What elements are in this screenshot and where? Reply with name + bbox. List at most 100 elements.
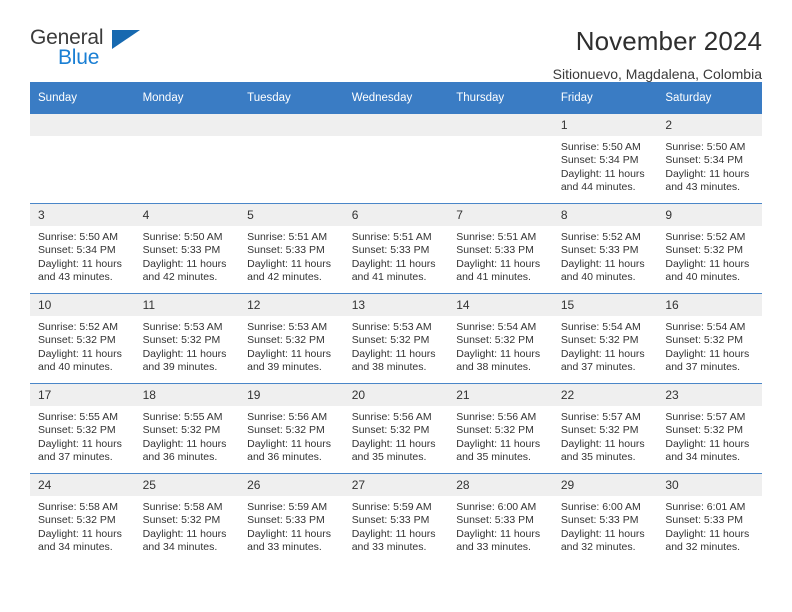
day-number: 7: [448, 204, 553, 226]
calendar-day-cell[interactable]: 17 Sunrise: 5:55 AM Sunset: 5:32 PM Dayligh…: [30, 383, 135, 474]
sunrise-text: Sunrise: 5:55 AM: [38, 411, 118, 423]
calendar-day-cell[interactable]: 28 Sunrise: 6:00 AM Sunset: 5:33 PM Dayligh…: [448, 473, 553, 563]
day-details: Sunrise: 5:50 AM Sunset: 5:34 PM Daylight:…: [657, 136, 762, 195]
sunset-text: Sunset: 5:32 PM: [560, 424, 639, 437]
sunset-text: Sunset: 5:32 PM: [247, 334, 325, 347]
calendar-day-cell[interactable]: 12 Sunrise: 5:53 AM Sunset: 5:32 PM Dayligh…: [239, 293, 344, 384]
day-details: Sunrise: 5:55 AM Sunset: 5:32 PM Daylight:…: [30, 406, 135, 465]
daylight-text-line1: Daylight: 11 hours: [351, 347, 436, 360]
weekday-header-saturday: Saturday: [657, 82, 762, 114]
daylight-text-line2: and 37 minutes.: [665, 361, 741, 374]
sunset-text: Sunset: 5:33 PM: [247, 514, 325, 527]
calendar-day-cell[interactable]: 18 Sunrise: 5:55 AM Sunset: 5:32 PM Dayligh…: [134, 383, 240, 474]
day-number: 13: [343, 294, 449, 316]
calendar-day-cell[interactable]: 30 Sunrise: 6:01 AM Sunset: 5:33 PM Dayligh…: [657, 473, 762, 563]
calendar-cell-inner: 11 Sunrise: 5:53 AM Sunset: 5:32 PM Dayligh…: [134, 294, 240, 383]
calendar-cell-inner: 4 Sunrise: 5:50 AM Sunset: 5:33 PM Daylight…: [134, 204, 240, 293]
sunrise-text: Sunrise: 5:54 AM: [560, 321, 641, 333]
day-number: 3: [30, 204, 135, 226]
calendar-day-cell[interactable]: 23 Sunrise: 5:57 AM Sunset: 5:32 PM Dayligh…: [657, 383, 762, 474]
day-number: 29: [552, 474, 658, 496]
calendar-day-cell[interactable]: 26 Sunrise: 5:59 AM Sunset: 5:33 PM Dayligh…: [239, 473, 344, 563]
weekday-header-wednesday: Wednesday: [343, 82, 449, 114]
daylight-text-line2: and 43 minutes.: [38, 271, 113, 284]
logo[interactable]: General Blue: [30, 26, 150, 72]
day-number: 16: [657, 294, 762, 316]
sunset-text: Sunset: 5:32 PM: [38, 424, 116, 437]
day-number: 4: [134, 204, 240, 226]
day-number: [448, 114, 553, 136]
calendar-cell-inner: 3 Sunrise: 5:50 AM Sunset: 5:34 PM Daylight…: [30, 204, 135, 293]
calendar-day-cell[interactable]: 25 Sunrise: 5:58 AM Sunset: 5:32 PM Dayligh…: [134, 473, 240, 563]
calendar-day-cell[interactable]: 10 Sunrise: 5:52 AM Sunset: 5:32 PM Dayligh…: [30, 293, 135, 384]
day-details: Sunrise: 5:52 AM Sunset: 5:33 PM Daylight:…: [553, 226, 658, 285]
sunset-text: Sunset: 5:33 PM: [665, 514, 744, 527]
calendar-cell-inner: 7 Sunrise: 5:51 AM Sunset: 5:33 PM Daylight…: [448, 204, 553, 293]
page-header: General Blue November 2024 Sitionuevo, M…: [30, 0, 762, 82]
daylight-text-line2: and 36 minutes.: [247, 451, 322, 464]
calendar-day-cell[interactable]: 29 Sunrise: 6:00 AM Sunset: 5:33 PM Dayligh…: [552, 473, 658, 563]
calendar-day-cell[interactable]: 8 Sunrise: 5:52 AM Sunset: 5:33 PM Daylight…: [552, 203, 658, 294]
calendar-cell-inner: 2 Sunrise: 5:50 AM Sunset: 5:34 PM Daylight…: [657, 114, 762, 203]
sunset-text: Sunset: 5:33 PM: [351, 514, 430, 527]
calendar-day-cell[interactable]: 6 Sunrise: 5:51 AM Sunset: 5:33 PM Daylight…: [343, 203, 449, 294]
sunset-text: Sunset: 5:32 PM: [665, 424, 744, 437]
day-details: Sunrise: 5:50 AM Sunset: 5:34 PM Daylight:…: [30, 226, 135, 285]
sunrise-text: Sunrise: 6:01 AM: [665, 501, 746, 513]
calendar-day-cell[interactable]: 27 Sunrise: 5:59 AM Sunset: 5:33 PM Dayligh…: [343, 473, 449, 563]
day-number: 10: [30, 294, 135, 316]
calendar-day-cell[interactable]: 3 Sunrise: 5:50 AM Sunset: 5:34 PM Daylight…: [30, 203, 135, 294]
daylight-text-line2: and 40 minutes.: [38, 361, 113, 374]
daylight-text-line2: and 44 minutes.: [560, 181, 636, 194]
calendar-day-cell[interactable]: 2 Sunrise: 5:50 AM Sunset: 5:34 PM Daylight…: [657, 114, 762, 204]
daylight-text-line2: and 37 minutes.: [560, 361, 636, 374]
day-number: 25: [134, 474, 240, 496]
calendar-cell-inner: 21 Sunrise: 5:56 AM Sunset: 5:32 PM Dayligh…: [448, 384, 553, 473]
day-number: 12: [239, 294, 344, 316]
daylight-text-line1: Daylight: 11 hours: [456, 527, 541, 540]
day-number: 20: [343, 384, 449, 406]
day-details: Sunrise: 5:53 AM Sunset: 5:32 PM Daylight:…: [344, 316, 449, 375]
calendar-day-cell[interactable]: 15 Sunrise: 5:54 AM Sunset: 5:32 PM Dayligh…: [552, 293, 658, 384]
calendar-day-cell[interactable]: 4 Sunrise: 5:50 AM Sunset: 5:33 PM Daylight…: [134, 203, 240, 294]
calendar-day-cell[interactable]: 19 Sunrise: 5:56 AM Sunset: 5:32 PM Dayligh…: [239, 383, 344, 474]
daylight-text-line2: and 36 minutes.: [142, 451, 218, 464]
calendar-day-cell[interactable]: 9 Sunrise: 5:52 AM Sunset: 5:32 PM Daylight…: [657, 203, 762, 294]
daylight-text-line1: Daylight: 11 hours: [665, 437, 750, 450]
calendar-cell-inner: [448, 114, 553, 203]
daylight-text-line1: Daylight: 11 hours: [247, 527, 331, 540]
daylight-text-line1: Daylight: 11 hours: [247, 437, 331, 450]
day-details: Sunrise: 5:57 AM Sunset: 5:32 PM Daylight:…: [553, 406, 658, 465]
calendar-day-cell[interactable]: 14 Sunrise: 5:54 AM Sunset: 5:32 PM Dayligh…: [448, 293, 553, 384]
calendar-day-cell[interactable]: 7 Sunrise: 5:51 AM Sunset: 5:33 PM Daylight…: [448, 203, 553, 294]
day-details: Sunrise: 6:00 AM Sunset: 5:33 PM Daylight:…: [553, 496, 658, 555]
sunrise-text: Sunrise: 5:51 AM: [456, 231, 537, 243]
sunrise-text: Sunrise: 5:52 AM: [560, 231, 641, 243]
sunset-text: Sunset: 5:34 PM: [560, 154, 639, 167]
sunrise-text: Sunrise: 5:56 AM: [247, 411, 328, 423]
calendar-day-cell[interactable]: 13 Sunrise: 5:53 AM Sunset: 5:32 PM Dayligh…: [343, 293, 449, 384]
daylight-text-line2: and 42 minutes.: [247, 271, 322, 284]
calendar-day-cell[interactable]: 24 Sunrise: 5:58 AM Sunset: 5:32 PM Dayligh…: [30, 473, 135, 563]
day-number: 24: [30, 474, 135, 496]
calendar-day-cell[interactable]: 11 Sunrise: 5:53 AM Sunset: 5:32 PM Dayligh…: [134, 293, 240, 384]
calendar-cell-inner: 9 Sunrise: 5:52 AM Sunset: 5:32 PM Daylight…: [657, 204, 762, 293]
daylight-text-line2: and 40 minutes.: [665, 271, 741, 284]
calendar-day-cell[interactable]: 22 Sunrise: 5:57 AM Sunset: 5:32 PM Dayligh…: [552, 383, 658, 474]
calendar-day-cell[interactable]: 16 Sunrise: 5:54 AM Sunset: 5:32 PM Dayligh…: [657, 293, 762, 384]
day-details: Sunrise: 5:56 AM Sunset: 5:32 PM Daylight:…: [344, 406, 449, 465]
calendar-day-cell[interactable]: 21 Sunrise: 5:56 AM Sunset: 5:32 PM Dayligh…: [448, 383, 553, 474]
day-details: Sunrise: 5:53 AM Sunset: 5:32 PM Daylight:…: [135, 316, 240, 375]
day-number: [30, 114, 135, 136]
sunset-text: Sunset: 5:32 PM: [38, 514, 116, 527]
daylight-text-line2: and 32 minutes.: [665, 541, 741, 554]
calendar-day-cell[interactable]: 20 Sunrise: 5:56 AM Sunset: 5:32 PM Dayligh…: [343, 383, 449, 474]
day-number: 23: [657, 384, 762, 406]
calendar-day-cell[interactable]: 5 Sunrise: 5:51 AM Sunset: 5:33 PM Daylight…: [239, 203, 344, 294]
calendar-day-cell[interactable]: 1 Sunrise: 5:50 AM Sunset: 5:34 PM Daylight…: [552, 114, 658, 204]
weekday-header-sunday: Sunday: [30, 82, 135, 114]
calendar-cell-empty: [343, 114, 449, 204]
calendar-cell-inner: 23 Sunrise: 5:57 AM Sunset: 5:32 PM Dayligh…: [657, 384, 762, 473]
daylight-text-line1: Daylight: 11 hours: [142, 347, 227, 360]
calendar-cell-inner: 22 Sunrise: 5:57 AM Sunset: 5:32 PM Dayligh…: [552, 384, 658, 473]
